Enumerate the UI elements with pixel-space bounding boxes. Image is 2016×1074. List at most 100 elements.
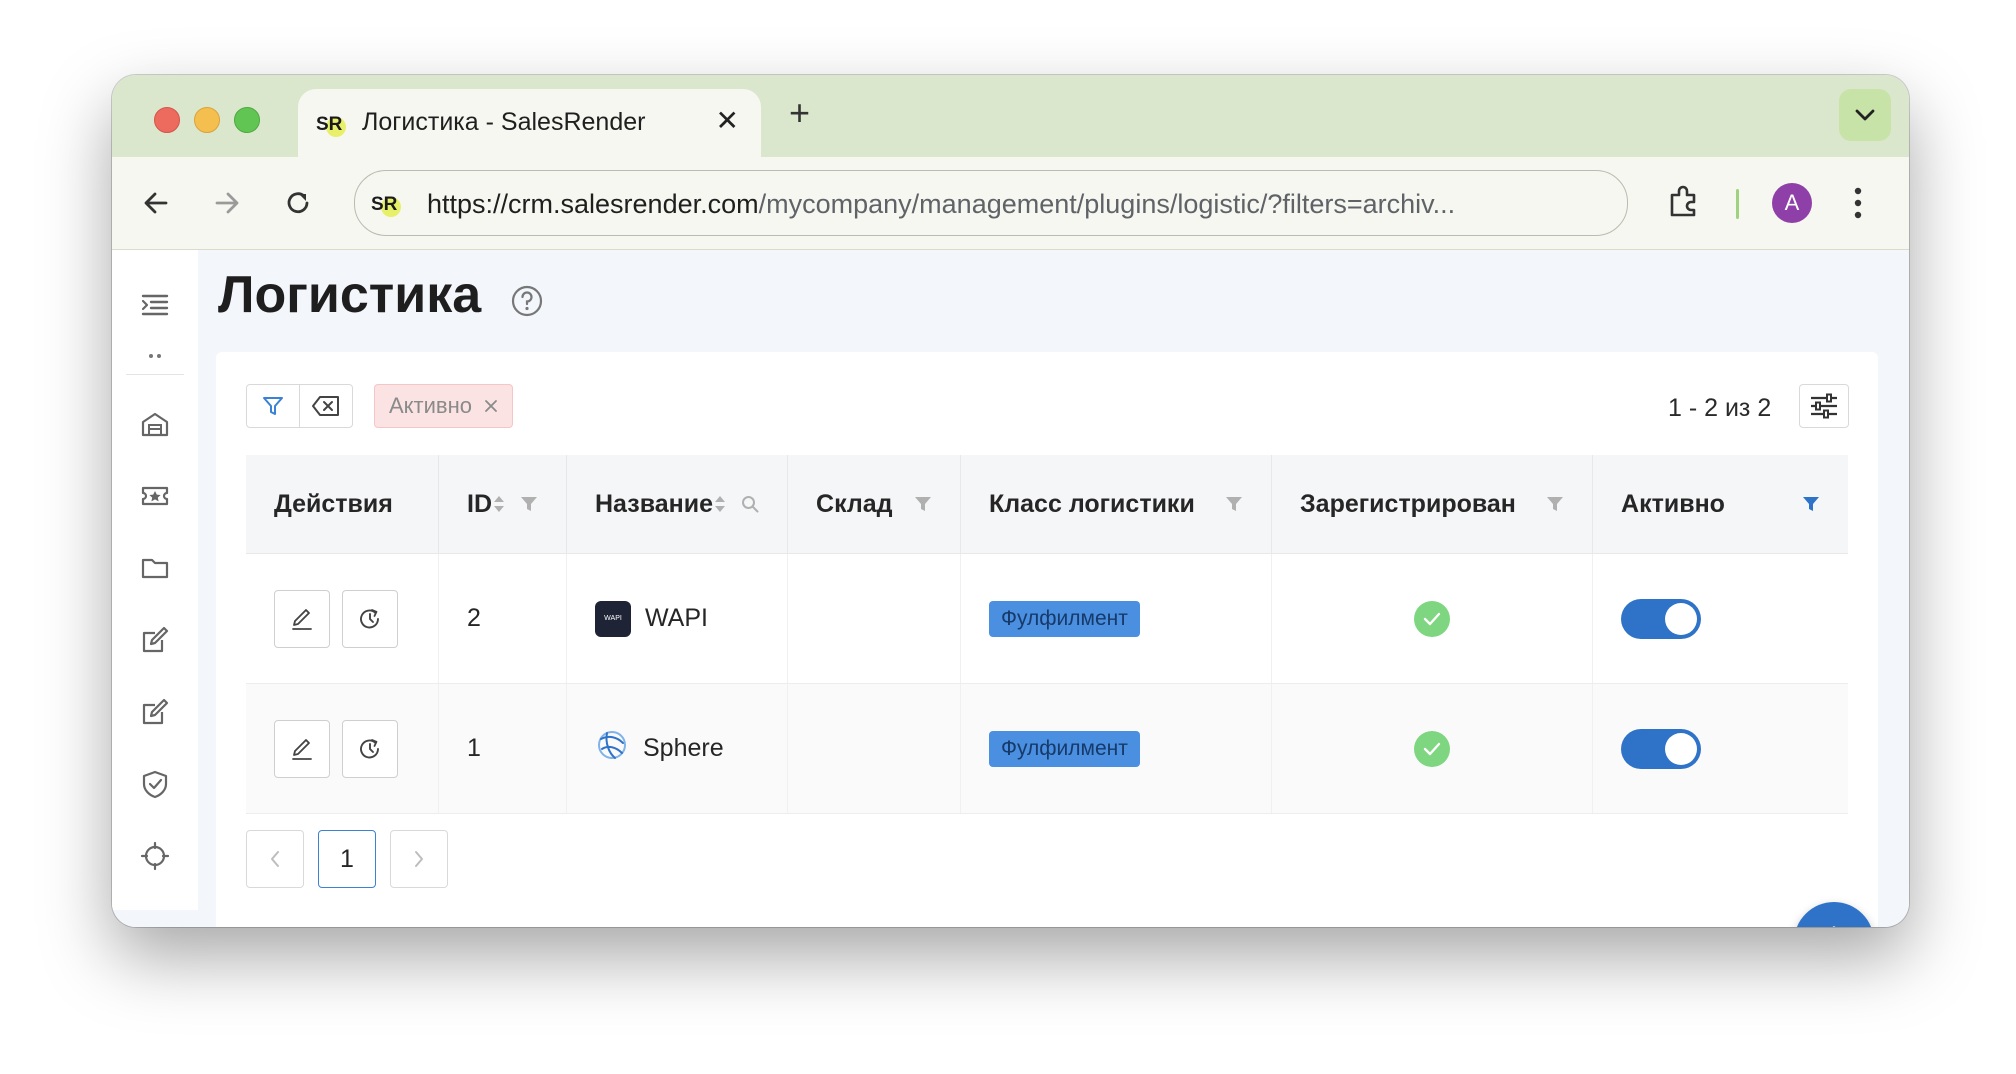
warehouse-icon[interactable] — [137, 406, 173, 442]
reload-icon — [287, 192, 309, 214]
tab-close-icon[interactable]: ✕ — [716, 107, 739, 135]
column-header-logistics-class[interactable]: Класс логистики — [960, 455, 1273, 554]
logistics-class-cell: Фулфилмент — [960, 553, 1273, 684]
folder-icon[interactable] — [137, 550, 173, 586]
plugin-name[interactable]: WAPI — [645, 604, 708, 633]
actions-cell — [246, 553, 439, 684]
prev-page-button[interactable] — [246, 830, 304, 888]
extensions-button[interactable] — [1664, 181, 1704, 226]
search-icon[interactable] — [741, 495, 759, 513]
page-content: Логистика Активно 1 - 2 из 2 Действия ID… — [112, 250, 1909, 927]
backspace-icon — [312, 396, 339, 416]
table-row: 2 WAPI WAPI Фулфилмент — [246, 553, 1848, 684]
column-header-warehouse[interactable]: Склад — [787, 455, 962, 554]
active-filter-chip[interactable]: Активно — [374, 384, 513, 428]
history-button[interactable] — [342, 589, 398, 648]
browser-toolbar: SR https://crm.salesrender.com/mycompany… — [112, 157, 1909, 250]
sort-icon[interactable] — [713, 493, 727, 515]
class-tag: Фулфилмент — [989, 730, 1140, 767]
class-tag: Фулфилмент — [989, 600, 1140, 637]
column-header-actions: Действия — [246, 455, 439, 554]
help-icon[interactable] — [510, 284, 544, 323]
url-text: https://crm.salesrender.com/mycompany/ma… — [427, 189, 1455, 220]
check-circle-icon — [1414, 600, 1451, 637]
crosshair-icon[interactable] — [137, 838, 173, 874]
filter-active-icon[interactable] — [1802, 495, 1820, 513]
column-settings-button[interactable] — [1799, 384, 1849, 428]
sphere-logo-icon — [595, 727, 629, 770]
maximize-window-button[interactable] — [234, 107, 260, 133]
column-header-registered[interactable]: Зарегистрирован — [1271, 455, 1594, 554]
pencil-icon — [292, 738, 312, 760]
ticket-star-icon[interactable] — [137, 478, 173, 514]
page-title: Логистика — [218, 266, 482, 324]
sidebar-divider — [126, 374, 184, 375]
filter-chip-label: Активно — [389, 393, 472, 418]
filter-icon[interactable] — [1225, 495, 1243, 513]
puzzle-icon — [1670, 185, 1696, 217]
reload-button[interactable] — [276, 181, 320, 225]
id-cell: 1 — [438, 683, 567, 814]
name-cell: Sphere — [566, 683, 789, 814]
back-button[interactable] — [134, 181, 178, 225]
new-tab-button[interactable]: + — [789, 95, 810, 131]
edit-form-icon[interactable] — [137, 622, 173, 658]
clock-history-icon — [360, 608, 379, 628]
url-host: https://crm.salesrender.com — [427, 189, 759, 219]
sort-icon[interactable] — [492, 493, 506, 515]
registered-cell — [1271, 683, 1594, 814]
svg-text:SR: SR — [371, 194, 398, 215]
pencil-icon — [292, 608, 312, 630]
forward-button[interactable] — [205, 181, 249, 225]
browser-tab[interactable]: SR Логистика - SalesRender ✕ — [298, 89, 761, 157]
salesrender-favicon-icon: SR — [314, 108, 348, 143]
active-toggle[interactable] — [1621, 598, 1702, 639]
filter-icon — [263, 397, 283, 415]
filter-icon[interactable] — [520, 495, 538, 513]
plus-icon — [1832, 926, 1836, 927]
svg-text:SR: SR — [316, 114, 343, 135]
filter-icon[interactable] — [914, 495, 932, 513]
filter-button-group — [246, 384, 353, 428]
actions-cell — [246, 683, 439, 814]
check-circle-icon — [1414, 730, 1451, 767]
logistics-card: Активно 1 - 2 из 2 Действия ID Название … — [216, 352, 1878, 927]
filter-button[interactable] — [247, 385, 299, 427]
edit-document-icon[interactable] — [137, 694, 173, 730]
registered-cell — [1271, 553, 1594, 684]
menu-collapse-icon[interactable] — [137, 287, 173, 323]
pager-info: 1 - 2 из 2 — [1668, 394, 1772, 422]
browser-window: SR Логистика - SalesRender ✕ + SR https:… — [112, 75, 1909, 927]
next-page-button[interactable] — [390, 830, 448, 888]
close-window-button[interactable] — [154, 107, 180, 133]
tab-search-button[interactable] — [1839, 89, 1891, 141]
logistics-table: Действия ID Название Склад Класс логисти… — [246, 455, 1848, 814]
more-icon[interactable] — [137, 350, 173, 364]
tab-title: Логистика - SalesRender — [362, 108, 646, 136]
chip-close-icon[interactable] — [484, 399, 498, 413]
logistics-class-cell: Фулфилмент — [960, 683, 1273, 814]
active-cell — [1592, 553, 1848, 684]
column-header-id[interactable]: ID — [438, 455, 567, 554]
edit-button[interactable] — [274, 719, 330, 778]
profile-avatar[interactable]: A — [1772, 183, 1812, 223]
clear-filters-button[interactable] — [299, 385, 352, 427]
plugin-name[interactable]: Sphere — [643, 734, 724, 763]
active-toggle[interactable] — [1621, 728, 1702, 769]
column-header-name[interactable]: Название — [566, 455, 789, 554]
address-bar[interactable]: SR https://crm.salesrender.com/mycompany… — [354, 170, 1628, 236]
clock-history-icon — [360, 738, 379, 758]
minimize-window-button[interactable] — [194, 107, 220, 133]
browser-menu-icon[interactable] — [1852, 183, 1864, 228]
filter-icon[interactable] — [1546, 495, 1564, 513]
warehouse-cell — [787, 683, 962, 814]
chevron-left-icon — [271, 851, 279, 867]
page-button-current[interactable]: 1 — [318, 830, 376, 888]
wapi-logo: WAPI — [595, 600, 631, 637]
history-button[interactable] — [342, 719, 398, 778]
url-path: /mycompany/management/plugins/logistic/?… — [758, 189, 1456, 219]
column-header-active[interactable]: Активно — [1592, 455, 1848, 554]
edit-button[interactable] — [274, 589, 330, 648]
active-cell — [1592, 683, 1848, 814]
shield-check-icon[interactable] — [137, 766, 173, 802]
